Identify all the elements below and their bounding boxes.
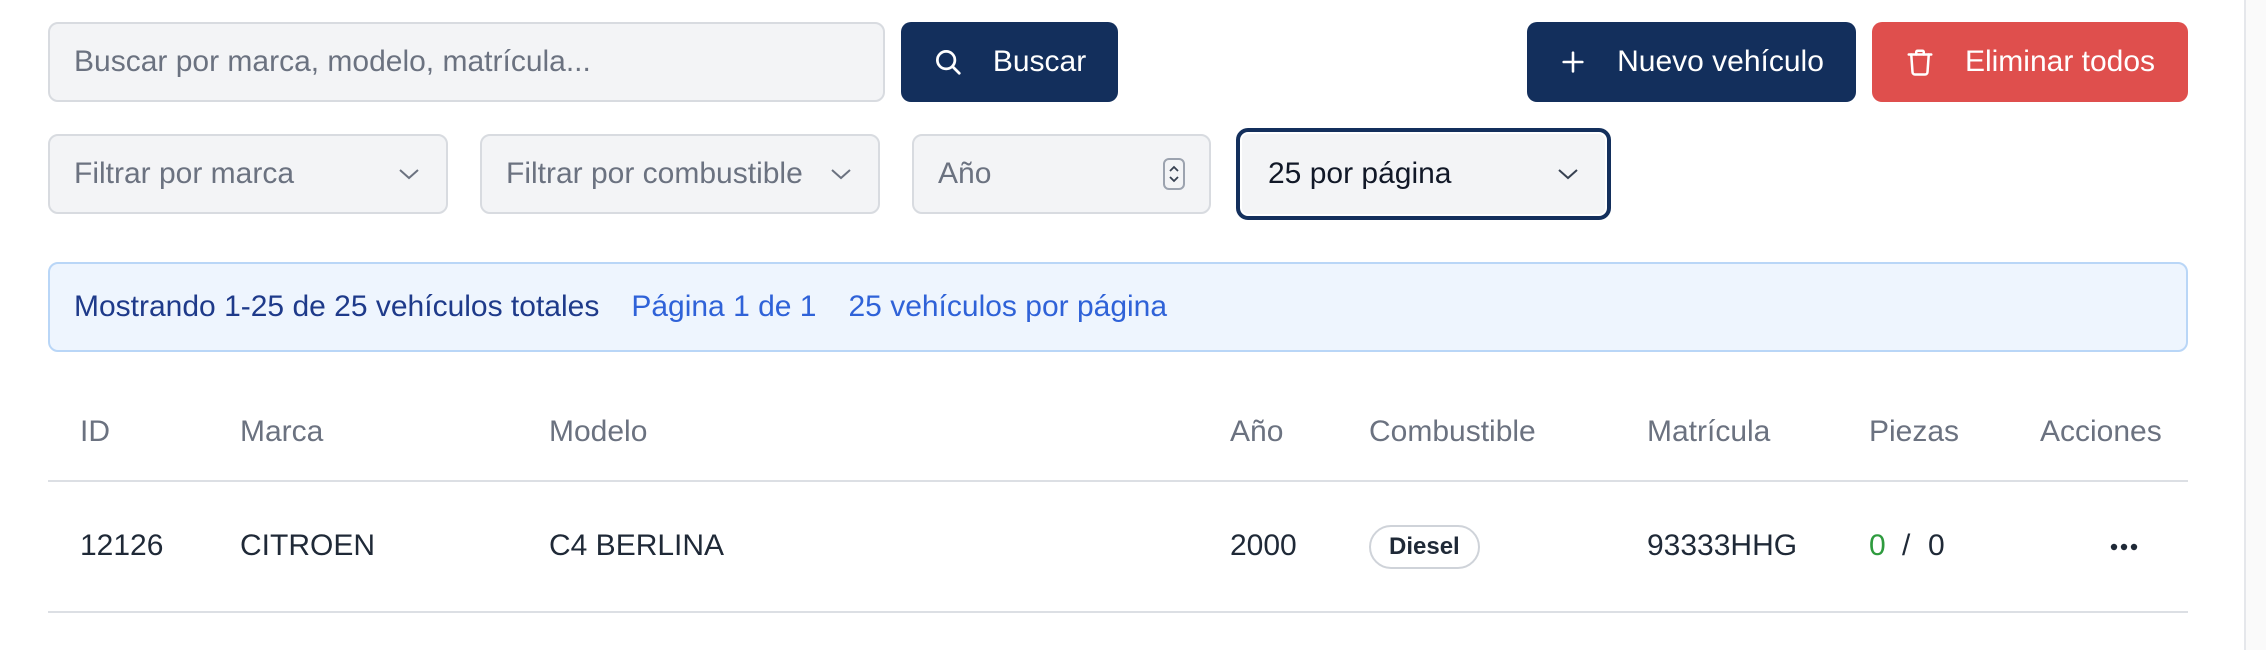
parts-available-count: 0 xyxy=(1869,529,1886,562)
table-row-divider xyxy=(48,611,2188,613)
table-header-divider xyxy=(48,480,2188,482)
results-info-banner: Mostrando 1-25 de 25 vehículos totales P… xyxy=(48,262,2188,352)
results-summary-text: Mostrando 1-25 de 25 vehículos totales xyxy=(74,290,600,323)
year-filter-placeholder: Año xyxy=(938,157,992,190)
parts-separator: / xyxy=(1902,529,1911,562)
page-indicator-text: Página 1 de 1 xyxy=(631,290,817,323)
number-stepper-icon[interactable] xyxy=(1163,158,1185,190)
new-vehicle-button-label: Nuevo vehículo xyxy=(1617,45,1824,78)
fuel-filter-select[interactable]: Filtrar por combustible xyxy=(480,134,880,214)
year-filter-input[interactable]: Año xyxy=(912,134,1211,214)
delete-all-button-label: Eliminar todos xyxy=(1964,45,2156,78)
chevron-down-icon xyxy=(396,161,422,187)
chevron-down-icon xyxy=(828,161,854,187)
cell-id: 12126 xyxy=(80,529,164,562)
search-button-label: Buscar xyxy=(992,45,1087,78)
trash-icon xyxy=(1905,47,1935,77)
search-input-placeholder: Buscar por marca, modelo, matrícula... xyxy=(74,45,591,78)
per-page-select[interactable]: 25 por página xyxy=(1236,128,1611,220)
column-header-parts: Piezas xyxy=(1869,415,1960,448)
column-header-actions: Acciones xyxy=(2040,415,2162,448)
more-horizontal-icon[interactable] xyxy=(2106,535,2142,559)
new-vehicle-button[interactable]: Nuevo vehículo xyxy=(1527,22,1856,102)
column-header-plate: Matrícula xyxy=(1647,415,1771,448)
per-page-indicator-text: 25 vehículos por página xyxy=(848,290,1168,323)
brand-filter-placeholder: Filtrar por marca xyxy=(74,157,295,190)
search-button[interactable]: Buscar xyxy=(901,22,1118,102)
plus-icon xyxy=(1559,48,1587,76)
cell-plate: 93333HHG xyxy=(1647,529,1798,562)
brand-filter-select[interactable]: Filtrar por marca xyxy=(48,134,448,214)
column-header-year: Año xyxy=(1230,415,1284,448)
vertical-scrollbar[interactable] xyxy=(2244,0,2266,650)
column-header-model: Modelo xyxy=(549,415,648,448)
column-header-brand: Marca xyxy=(240,415,324,448)
delete-all-button[interactable]: Eliminar todos xyxy=(1872,22,2188,102)
column-header-id: ID xyxy=(80,415,110,448)
chevron-down-icon xyxy=(1555,161,1581,187)
column-header-fuel: Combustible xyxy=(1369,415,1536,448)
fuel-filter-placeholder: Filtrar por combustible xyxy=(506,157,803,190)
fuel-badge: Diesel xyxy=(1369,525,1480,569)
parts-total-count: 0 xyxy=(1928,529,1945,562)
search-icon xyxy=(933,47,963,77)
per-page-selected-value: 25 por página xyxy=(1268,157,1452,190)
search-input[interactable]: Buscar por marca, modelo, matrícula... xyxy=(48,22,885,102)
cell-model: C4 BERLINA xyxy=(549,529,725,562)
cell-year: 2000 xyxy=(1230,529,1297,562)
cell-brand: CITROEN xyxy=(240,529,375,562)
